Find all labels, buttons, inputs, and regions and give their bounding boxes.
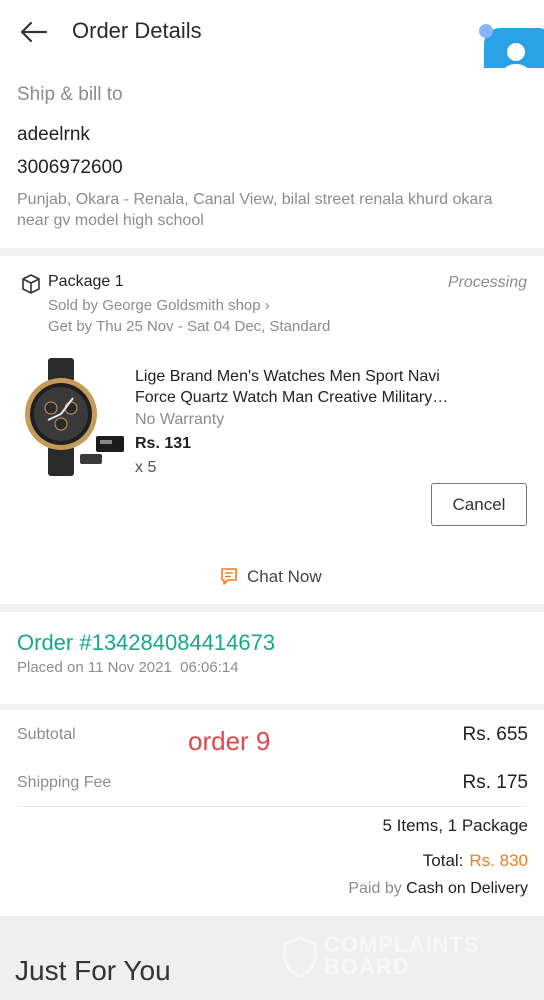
recipient-phone: 3006972600 [17,157,123,178]
total-row: Total: Rs. 830 [423,851,528,871]
warranty-text: No Warranty [135,411,225,428]
chat-now-label: Chat Now [247,567,322,586]
product-thumbnail[interactable] [18,358,128,478]
order-number: Order #134284084414673 [17,630,276,655]
summary-divider [17,806,527,807]
complaints-board-watermark: COMPLAINTS BOARD [282,934,502,980]
product-quantity: x 5 [135,459,157,476]
recipient-name: adeelrnk [17,124,90,145]
product-price: Rs. 131 [135,435,192,452]
shipping-fee-value: Rs. 175 [462,772,528,793]
recommendations-section: Just For You COMPLAINTS BOARD [0,916,544,1000]
watermark-line1: COMPLAINTS [324,932,480,957]
app-header: Order Details [0,0,544,68]
package-status: Processing [447,274,527,291]
cancel-button[interactable]: Cancel [431,483,527,526]
order-annotation: order 9 [188,726,271,756]
watermark-text: COMPLAINTS BOARD [324,934,479,978]
items-count: 5 Items, 1 Package [382,816,528,835]
total-label: Total: [422,851,464,870]
ship-bill-label: Ship & bill to [17,84,123,105]
order-summary-card: Subtotal order 9 Rs. 655 Shipping Fee Rs… [0,710,544,916]
just-for-you-title: Just For You [15,955,171,986]
watermark-line2: BOARD [324,954,410,979]
paid-by-label: Paid by [348,880,402,897]
payment-method: Cash on Delivery [406,880,528,897]
seller-link[interactable]: Sold by George Goldsmith shop › [48,297,270,314]
package-label: Package 1 [48,273,124,290]
back-arrow-icon[interactable] [16,14,52,50]
order-placed-date: Placed on 11 Nov 2021 06:06:14 [17,659,239,676]
payment-row: Paid by Cash on Delivery [348,880,528,898]
shipping-fee-label: Shipping Fee [17,774,112,791]
package-box-icon [22,274,40,294]
subtotal-label: Subtotal [17,726,76,743]
order-info-card: Order #134284084414673 Placed on 11 Nov … [0,612,544,704]
shield-icon [283,936,317,978]
page-title: Order Details [72,18,202,43]
total-value: Rs. 830 [469,851,528,870]
chat-now-button[interactable]: Chat Now [220,566,322,588]
package-card: Package 1 Processing Sold by George Gold… [0,256,544,604]
subtotal-value: Rs. 655 [462,724,528,745]
shipping-card: Ship & bill to adeelrnk 3006972600 Punja… [0,68,544,248]
shipping-address: Punjab, Okara - Renala, Canal View, bila… [17,191,493,229]
chat-icon [221,568,237,585]
delivery-estimate: Get by Thu 25 Nov - Sat 04 Dec, Standard [48,318,331,335]
product-name[interactable]: Lige Brand Men's Watches Men Sport Navi … [135,366,480,408]
